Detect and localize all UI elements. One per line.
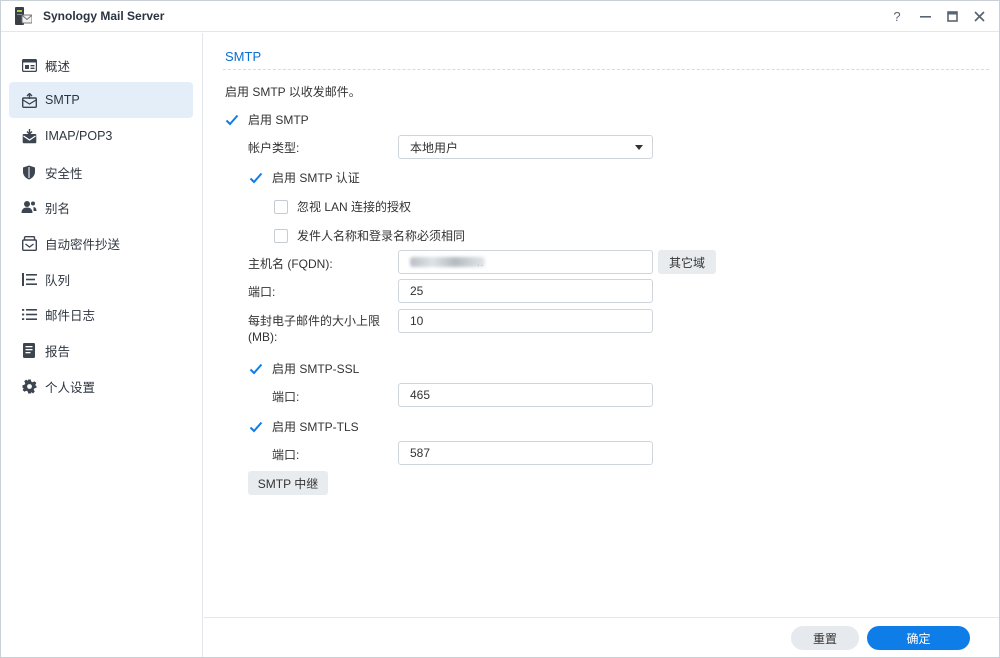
ssl-port-input[interactable]: 465: [398, 383, 653, 407]
imap-icon: [21, 128, 37, 144]
checkmark-icon: [249, 171, 263, 185]
section-description: 启用 SMTP 以收发邮件。: [225, 85, 361, 99]
tls-port-value: 587: [410, 446, 431, 460]
gear-icon: [21, 378, 37, 394]
enable-smtp-checkbox[interactable]: 启用 SMTP: [225, 111, 309, 128]
sidebar-item-mail-log[interactable]: 邮件日志: [9, 296, 193, 332]
mail-server-app-icon: [14, 7, 33, 25]
footer-bar: 重置 确定: [204, 617, 999, 657]
smtp-settings-panel: SMTP 启用 SMTP 以收发邮件。 启用 SMTP 帐户类型: 本地用户 启…: [204, 33, 999, 617]
maximize-icon: [946, 10, 958, 22]
account-type-label: 帐户类型:: [248, 141, 300, 155]
close-button[interactable]: [968, 5, 990, 27]
ssl-port-value: 465: [410, 388, 431, 402]
port-value: 25: [410, 284, 424, 298]
sidebar-item-label: SMTP: [45, 93, 80, 107]
hostname-label: 主机名 (FQDN):: [248, 257, 333, 271]
checkmark-icon: [249, 420, 263, 434]
report-icon: [21, 342, 37, 358]
smtp-relay-button[interactable]: SMTP 中继: [248, 471, 328, 495]
shield-icon: [21, 164, 37, 180]
app-window: Synology Mail Server ? 概述 SMTP IMAP/POP3…: [0, 0, 1000, 658]
sidebar-item-auto-bcc[interactable]: 自动密件抄送: [9, 225, 193, 261]
tls-port-input[interactable]: 587: [398, 441, 653, 465]
section-title: SMTP: [225, 49, 262, 64]
sidebar-item-label: 安全性: [45, 166, 83, 181]
sidebar-item-label: 自动密件抄送: [45, 237, 121, 252]
ignore-lan-auth-label: 忽视 LAN 连接的授权: [297, 200, 412, 214]
sidebar-item-alias[interactable]: 别名: [9, 189, 193, 225]
unchecked-box: [274, 199, 288, 214]
minimize-button[interactable]: [914, 5, 936, 27]
max-size-label: 每封电子邮件的大小上限 (MB):: [248, 314, 381, 344]
account-type-select[interactable]: 本地用户: [398, 135, 653, 159]
ignore-lan-auth-checkbox[interactable]: 忽视 LAN 连接的授权: [274, 198, 411, 215]
sidebar-item-overview[interactable]: 概述: [9, 47, 193, 83]
sidebar-item-imap-pop3[interactable]: IMAP/POP3: [9, 118, 193, 154]
users-icon: [21, 199, 37, 215]
sender-match-checkbox[interactable]: 发件人名称和登录名称必须相同: [274, 227, 465, 244]
other-domain-button[interactable]: 其它域: [658, 250, 716, 274]
enable-smtp-label: 启用 SMTP: [248, 113, 309, 127]
sender-match-label: 发件人名称和登录名称必须相同: [297, 229, 466, 243]
port-label: 端口:: [248, 285, 276, 299]
max-size-input[interactable]: 10: [398, 309, 653, 333]
tls-port-label: 端口:: [272, 448, 300, 462]
checkmark-icon: [225, 113, 239, 127]
enable-smtp-tls-checkbox[interactable]: 启用 SMTP-TLS: [249, 418, 359, 435]
sidebar-item-queue[interactable]: 队列: [9, 261, 193, 297]
enable-smtp-auth-checkbox[interactable]: 启用 SMTP 认证: [249, 169, 360, 186]
unchecked-box: [274, 228, 288, 243]
sidebar-item-personal-settings[interactable]: 个人设置: [9, 368, 193, 404]
ssl-port-label: 端口:: [272, 390, 300, 404]
smtp-icon: [21, 92, 37, 108]
account-type-value: 本地用户: [410, 140, 459, 155]
sidebar-item-smtp[interactable]: SMTP: [9, 82, 193, 118]
close-icon: [973, 10, 985, 22]
sidebar-item-label: 报告: [45, 344, 71, 359]
list-icon: [21, 306, 37, 322]
ok-button[interactable]: 确定: [867, 626, 970, 650]
title-bar: Synology Mail Server ?: [1, 1, 999, 32]
enable-smtp-auth-label: 启用 SMTP 认证: [272, 171, 360, 185]
sidebar-item-security[interactable]: 安全性: [9, 154, 193, 190]
enable-smtp-tls-label: 启用 SMTP-TLS: [272, 420, 359, 434]
redacted-hostname: [410, 257, 485, 267]
sidebar: 概述 SMTP IMAP/POP3 安全性 别名 自动密件抄送 队列 邮件日志 …: [1, 33, 203, 657]
port-input[interactable]: 25: [398, 279, 653, 303]
sidebar-item-label: 个人设置: [45, 380, 96, 395]
enable-smtp-ssl-checkbox[interactable]: 启用 SMTP-SSL: [249, 360, 359, 377]
hostname-input[interactable]: r.: [398, 250, 653, 274]
sidebar-item-label: IMAP/POP3: [45, 129, 113, 143]
minimize-icon: [919, 15, 931, 18]
section-divider: [223, 69, 989, 70]
reset-button[interactable]: 重置: [791, 626, 859, 650]
bcc-icon: [21, 235, 37, 251]
max-size-value: 10: [410, 314, 424, 328]
window-title: Synology Mail Server: [43, 9, 165, 23]
help-icon: ?: [893, 8, 901, 24]
maximize-button[interactable]: [941, 5, 963, 27]
queue-icon: [21, 271, 37, 287]
sidebar-item-label: 概述: [45, 59, 71, 74]
chevron-down-icon: [635, 145, 643, 150]
enable-smtp-ssl-label: 启用 SMTP-SSL: [272, 362, 360, 376]
checkmark-icon: [249, 362, 263, 376]
sidebar-item-label: 邮件日志: [45, 308, 96, 323]
overview-icon: [21, 57, 37, 73]
sidebar-item-report[interactable]: 报告: [9, 332, 193, 368]
sidebar-item-label: 队列: [45, 273, 71, 288]
help-button[interactable]: ?: [886, 5, 908, 27]
sidebar-item-label: 别名: [45, 201, 71, 216]
